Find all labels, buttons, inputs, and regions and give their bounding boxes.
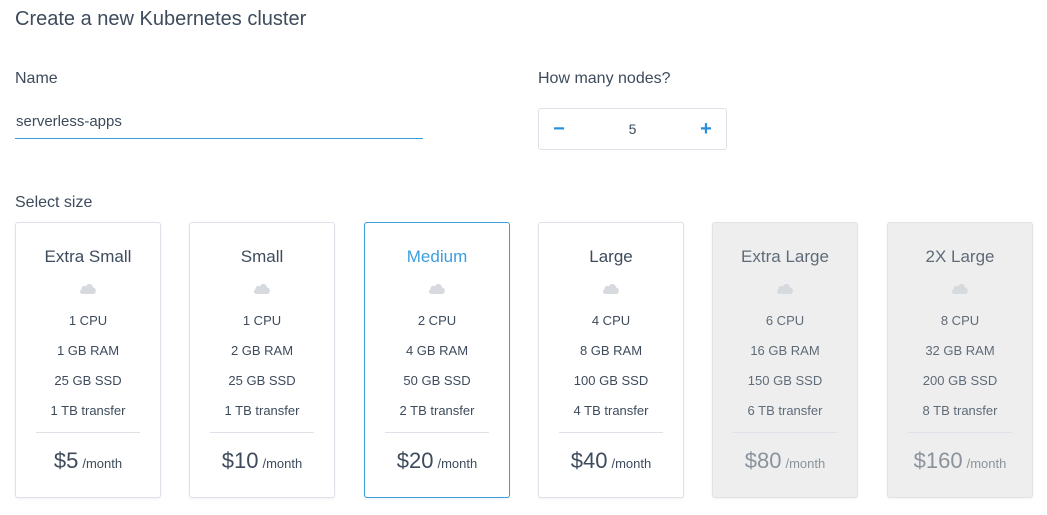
- price: $5 /month: [16, 448, 160, 474]
- spec-ssd: 25 GB SSD: [54, 373, 122, 388]
- spec-ssd: 25 GB SSD: [228, 373, 296, 388]
- cloud-icon: [776, 283, 793, 294]
- cloud-icon: [602, 283, 619, 294]
- price-amount: $80: [744, 448, 782, 473]
- cloud-icon: [253, 283, 270, 294]
- size-card-name: Extra Small: [44, 247, 132, 266]
- price-amount: $40: [570, 448, 608, 473]
- spec-cpu: 8 CPU: [940, 313, 980, 328]
- price: $40 /month: [539, 448, 683, 474]
- price-period: /month: [262, 456, 303, 471]
- name-input[interactable]: [15, 104, 423, 139]
- size-card-name: 2X Large: [925, 247, 995, 266]
- size-card-extra-small[interactable]: Extra Small 1 CPU 1 GB RAM 25 GB SSD 1 T…: [15, 222, 161, 498]
- spec-ram: 1 GB RAM: [56, 343, 120, 358]
- spec-cpu: 6 CPU: [765, 313, 805, 328]
- price: $20 /month: [365, 448, 509, 474]
- card-divider: [210, 432, 314, 433]
- cloud-icon: [951, 283, 968, 294]
- nodes-label: How many nodes?: [538, 70, 671, 87]
- decrement-button[interactable]: −: [539, 109, 579, 149]
- spec-ram: 4 GB RAM: [405, 343, 469, 358]
- spec-cpu: 4 CPU: [591, 313, 631, 328]
- size-card-name: Large: [589, 247, 633, 266]
- price-amount: $160: [913, 448, 963, 473]
- price: $10 /month: [190, 448, 334, 474]
- card-divider: [385, 432, 489, 433]
- size-card-large[interactable]: Large 4 CPU 8 GB RAM 100 GB SSD 4 TB tra…: [538, 222, 684, 498]
- price: $80 /month: [713, 448, 857, 474]
- spec-cpu: 1 CPU: [242, 313, 282, 328]
- spec-transfer: 2 TB transfer: [399, 403, 475, 418]
- spec-ram: 2 GB RAM: [230, 343, 294, 358]
- size-card-name: Small: [240, 247, 284, 266]
- spec-ssd: 100 GB SSD: [573, 373, 649, 388]
- size-card-medium[interactable]: Medium 2 CPU 4 GB RAM 50 GB SSD 2 TB tra…: [364, 222, 510, 498]
- price-period: /month: [82, 456, 123, 471]
- card-divider: [733, 432, 837, 433]
- page-title: Create a new Kubernetes cluster: [15, 8, 307, 30]
- cloud-icon: [79, 283, 96, 294]
- increment-button[interactable]: +: [686, 109, 726, 149]
- price-period: /month: [437, 456, 478, 471]
- name-label: Name: [15, 70, 58, 87]
- price-period: /month: [966, 456, 1007, 471]
- price-amount: $10: [221, 448, 259, 473]
- select-size-label: Select size: [15, 194, 93, 211]
- card-divider: [559, 432, 663, 433]
- size-card-small[interactable]: Small 1 CPU 2 GB RAM 25 GB SSD 1 TB tran…: [189, 222, 335, 498]
- spec-transfer: 8 TB transfer: [922, 403, 998, 418]
- spec-ssd: 150 GB SSD: [747, 373, 823, 388]
- spec-transfer: 6 TB transfer: [747, 403, 823, 418]
- size-card-extra-large: Extra Large 6 CPU 16 GB RAM 150 GB SSD 6…: [712, 222, 858, 498]
- card-divider: [36, 432, 140, 433]
- spec-ssd: 50 GB SSD: [403, 373, 471, 388]
- price-period: /month: [611, 456, 652, 471]
- card-divider: [908, 432, 1012, 433]
- size-card-name: Extra Large: [741, 247, 829, 266]
- price-period: /month: [785, 456, 826, 471]
- size-card-name: Medium: [406, 247, 468, 266]
- spec-transfer: 1 TB transfer: [50, 403, 126, 418]
- node-count-stepper[interactable]: − 5 +: [538, 108, 727, 150]
- spec-ssd: 200 GB SSD: [922, 373, 998, 388]
- price-amount: $5: [53, 448, 79, 473]
- spec-ram: 32 GB RAM: [925, 343, 995, 358]
- spec-ram: 8 GB RAM: [579, 343, 643, 358]
- spec-transfer: 4 TB transfer: [573, 403, 649, 418]
- spec-cpu: 2 CPU: [417, 313, 457, 328]
- spec-cpu: 1 CPU: [68, 313, 108, 328]
- spec-ram: 16 GB RAM: [750, 343, 820, 358]
- node-count-value: 5: [628, 121, 637, 137]
- size-card-2x-large: 2X Large 8 CPU 32 GB RAM 200 GB SSD 8 TB…: [887, 222, 1033, 498]
- price: $160 /month: [888, 448, 1032, 474]
- spec-transfer: 1 TB transfer: [224, 403, 300, 418]
- price-amount: $20: [396, 448, 434, 473]
- cloud-icon: [428, 283, 445, 294]
